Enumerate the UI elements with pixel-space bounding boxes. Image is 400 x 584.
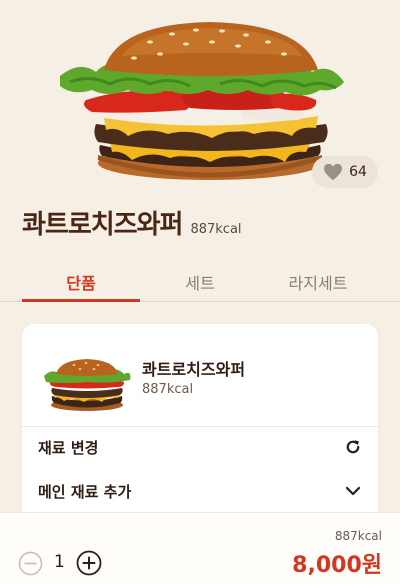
burger-thumbnail-image [44,359,131,411]
total-price: 8,000원 [292,553,382,578]
option-tabs: 단품 세트 라지세트 [0,262,400,302]
heart-icon [324,163,343,181]
tab-active-indicator [22,299,140,302]
order-bottom-bar: 1 887kcal 8,000원 [0,512,400,584]
quantity-decrease-button[interactable] [18,551,43,576]
chevron-down-icon[interactable] [344,482,362,500]
item-thumbnail [40,356,134,414]
add-main-ingredient-label: 메인 재료 추가 [38,482,132,501]
like-count: 64 [349,164,367,180]
tab-large-set[interactable]: 라지세트 [258,270,378,294]
product-title-row: 콰트로치즈와퍼 887kcal [22,204,242,241]
quantity-value: 1 [54,552,65,572]
card-divider [22,426,378,427]
product-kcal: 887kcal [190,222,242,237]
refresh-icon[interactable] [344,438,362,456]
quantity-increase-button[interactable] [76,550,102,576]
like-button[interactable]: 64 [312,156,378,188]
total-kcal: 887kcal [334,529,382,543]
change-ingredients-row[interactable]: 재료 변경 [38,432,362,462]
card-item-kcal: 887kcal [142,382,194,397]
tab-single[interactable]: 단품 [21,270,141,294]
change-ingredients-label: 재료 변경 [38,438,99,457]
product-title: 콰트로치즈와퍼 [22,210,183,240]
card-item-name: 콰트로치즈와퍼 [142,360,246,379]
add-main-ingredient-row[interactable]: 메인 재료 추가 [38,476,362,506]
order-card: 콰트로치즈와퍼 887kcal 재료 변경 메인 재료 추가 [22,324,378,524]
tab-set[interactable]: 세트 [140,270,260,294]
